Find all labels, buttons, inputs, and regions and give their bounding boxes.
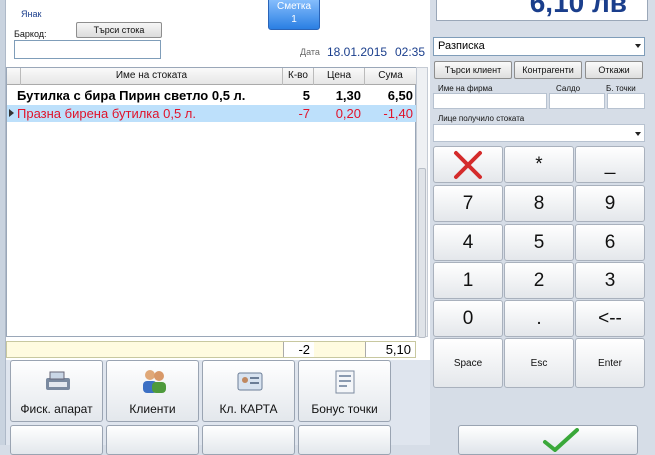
action-button[interactable] (106, 425, 199, 455)
bill-button-label: Сметка (276, 1, 312, 12)
cash-register-icon (46, 371, 70, 390)
table-row[interactable]: Празна бирена бутилка 0,5 л. -7 0,20 -1,… (7, 105, 417, 122)
barcode-input[interactable] (14, 40, 161, 59)
points-field[interactable] (607, 93, 645, 109)
bill-button[interactable]: Сметка 1 (268, 0, 320, 30)
payment-type-value: Разписка (438, 40, 485, 52)
item-price: 1,30 (335, 88, 361, 103)
grid-scrollbar[interactable] (416, 67, 428, 338)
balance-field[interactable] (549, 93, 605, 109)
bonus-points-button[interactable]: Бонус точки (298, 360, 391, 422)
fiscal-device-button[interactable]: Фиск. апарат (10, 360, 103, 422)
fiscal-device-label: Фиск. апарат (20, 402, 93, 416)
item-qty: -7 (298, 106, 310, 121)
bonus-points-label: Бонус точки (311, 402, 378, 416)
grid-header: Име на стоката К-во Цена Сума (7, 68, 417, 85)
key-star[interactable]: * (504, 146, 574, 183)
current-row-arrow-icon (9, 109, 14, 117)
operator-name: Янак (21, 9, 42, 19)
barcode-label: Баркод: (14, 29, 47, 39)
chevron-down-icon (635, 132, 641, 136)
col-header-price[interactable]: Цена (314, 68, 365, 85)
item-name: Празна бирена бутилка 0,5 л. (17, 106, 196, 121)
totals-row: -2 5,10 (6, 341, 416, 358)
col-header-name[interactable]: Име на стоката (21, 68, 283, 85)
points-label: Б. точки (606, 84, 636, 93)
key-2[interactable]: 2 (504, 262, 574, 299)
company-name-field[interactable] (433, 93, 547, 109)
key-underscore[interactable]: _ (575, 146, 645, 183)
confirm-button[interactable] (458, 425, 638, 455)
client-card-button[interactable]: Кл. КАРТА (202, 360, 295, 422)
item-name: Бутилка с бира Пирин светло 0,5 л. (17, 88, 246, 103)
key-8[interactable]: 8 (504, 185, 574, 222)
col-header-qty[interactable]: К-во (283, 68, 314, 85)
clients-label: Клиенти (129, 402, 176, 416)
key-esc[interactable]: Esc (504, 338, 574, 388)
items-grid[interactable]: Име на стоката К-во Цена Сума Бутилка с … (6, 67, 417, 337)
key-6[interactable]: 6 (575, 224, 645, 261)
key-enter[interactable]: Enter (575, 338, 645, 388)
action-button[interactable] (202, 425, 295, 455)
main-panel: Янак Баркод: Търси стока Сметка 1 Дата 1… (0, 0, 430, 455)
item-sum: 6,50 (387, 88, 413, 103)
company-name-label: Име на фирма (438, 84, 493, 93)
search-product-button[interactable]: Търси стока (76, 22, 162, 38)
key-0[interactable]: 0 (433, 300, 503, 337)
checkmark-icon (543, 428, 579, 452)
scrollbar-thumb[interactable] (418, 168, 426, 338)
receiver-select[interactable] (433, 124, 645, 142)
item-qty: 5 (302, 88, 310, 103)
search-client-button[interactable]: Търси клиент (434, 61, 512, 79)
time-value: 02:35 (395, 45, 426, 59)
key-1[interactable]: 1 (433, 262, 503, 299)
action-bar: Фиск. апарат Клиенти Кл. КАРТА Бонус точ… (6, 360, 430, 455)
item-sum: -1,40 (383, 106, 413, 121)
cancel-client-button[interactable]: Откажи (585, 61, 643, 79)
table-row[interactable]: Бутилка с бира Пирин светло 0,5 л. 5 1,3… (7, 87, 417, 104)
col-header-sum[interactable]: Сума (365, 68, 417, 85)
clients-button[interactable]: Клиенти (106, 360, 199, 422)
document-icon (335, 370, 355, 394)
total-qty: -2 (283, 342, 314, 357)
counterparties-button[interactable]: Контрагенти (514, 61, 582, 79)
client-card-label: Кл. КАРТА (219, 402, 278, 416)
key-4[interactable]: 4 (433, 224, 503, 261)
receiver-label: Лице получило стоката (438, 114, 525, 123)
key-decimal[interactable]: . (504, 300, 574, 337)
row-header-corner (7, 68, 21, 85)
action-button[interactable] (298, 425, 391, 455)
balance-label: Салдо (556, 84, 581, 93)
action-button[interactable] (10, 425, 103, 455)
bill-number: 1 (291, 14, 297, 25)
chevron-down-icon (635, 44, 641, 48)
cancel-key[interactable] (433, 146, 503, 183)
key-5[interactable]: 5 (504, 224, 574, 261)
grand-total: 6,10 лв (436, 0, 648, 21)
key-space[interactable]: Space (433, 338, 503, 388)
payment-type-select[interactable]: Разписка (433, 37, 645, 56)
key-9[interactable]: 9 (575, 185, 645, 222)
date-label: Дата (300, 47, 320, 57)
key-3[interactable]: 3 (575, 262, 645, 299)
date-value: 18.01.2015 (327, 45, 388, 59)
users-icon (143, 370, 166, 393)
total-sum: 5,10 (365, 342, 415, 357)
id-card-icon (237, 372, 263, 391)
item-price: 0,20 (335, 106, 361, 121)
key-7[interactable]: 7 (433, 185, 503, 222)
key-backspace[interactable]: <-- (575, 300, 645, 337)
close-icon (454, 151, 482, 179)
